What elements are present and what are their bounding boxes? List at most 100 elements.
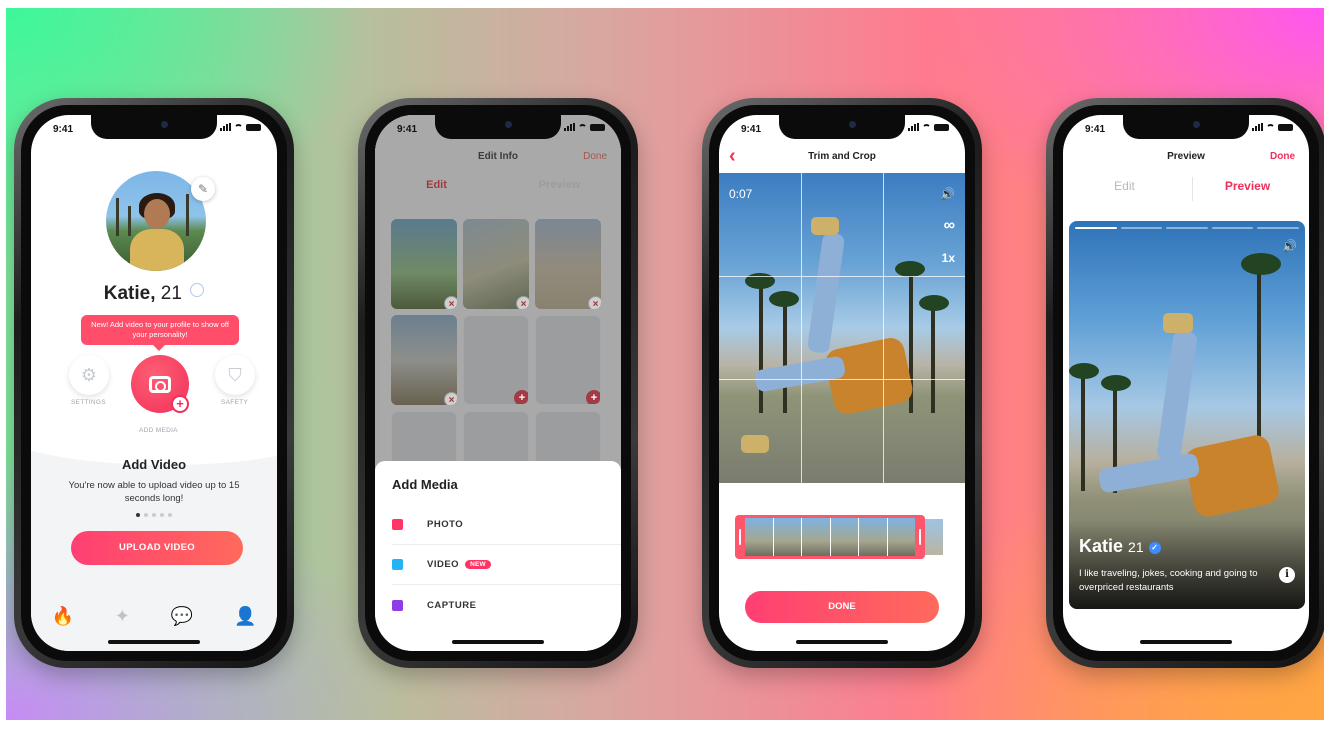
screen-title: Trim and Crop [808, 151, 876, 162]
card-age: 21 [1128, 539, 1144, 555]
profile-screen: 9:41 ✎ Katie, 21 New! Add video to your … [31, 115, 277, 651]
safety-button[interactable]: ⛉ [215, 355, 255, 395]
battery-icon [590, 123, 605, 131]
shield-icon: ⛉ [228, 364, 242, 385]
timeline-overflow [925, 519, 943, 555]
loop-icon[interactable]: ∞ [944, 217, 955, 235]
upload-video-button[interactable]: UPLOAD VIDEO [71, 531, 243, 565]
settings-button[interactable]: ⚙ [69, 355, 109, 395]
media-slot[interactable]: × [535, 219, 601, 309]
plus-icon: + [171, 395, 189, 413]
edit-info-screen: 9:41 Edit Info Done Edit Preview × × × ×… [375, 115, 621, 651]
profile-card[interactable]: 🔊 Katie 21 ✓ I like traveling, jokes, co… [1069, 221, 1305, 609]
status-time: 9:41 [1085, 124, 1106, 135]
remove-icon[interactable]: × [444, 392, 457, 405]
pagination-dots [31, 513, 277, 517]
trim-handle-left[interactable] [739, 529, 741, 545]
add-media-sheet: Add Media PHOTO VIDEO NEW CAPTURE [375, 461, 621, 651]
name-text: Katie, [103, 283, 156, 304]
wifi-icon [578, 123, 587, 131]
media-slot[interactable]: × [391, 219, 457, 309]
tab-edit[interactable]: Edit [375, 179, 498, 199]
verified-check-icon: ✓ [1148, 542, 1161, 554]
tab-preview[interactable]: Preview [498, 179, 621, 199]
profile-name: Katie, 21 [31, 283, 277, 305]
preview-screen: 9:41 Preview Done Edit Preview 🔊 Katie 2… [1063, 115, 1309, 651]
media-slot-empty[interactable]: + [535, 315, 601, 405]
battery-icon [246, 123, 261, 131]
add-icon[interactable]: + [514, 390, 528, 404]
notch [1123, 115, 1249, 139]
media-slot-empty[interactable]: + [463, 315, 529, 405]
notch [91, 115, 217, 139]
phone-edit-info: 9:41 Edit Info Done Edit Preview × × × ×… [358, 98, 638, 668]
verified-outline-icon [190, 283, 205, 297]
done-button[interactable]: Done [583, 151, 607, 162]
add-video-description: You're now able to upload video up to 15… [68, 480, 240, 505]
settings-label: SETTINGS [71, 399, 106, 406]
phone-trim-crop: 9:41 ‹ Trim and Crop 0:07 🔊 ∞ 1x DONE [702, 98, 982, 668]
home-indicator [452, 640, 544, 644]
sheet-title: Add Media [392, 477, 458, 492]
sparkle-icon[interactable]: ✦ [115, 606, 130, 627]
card-name: Katie 21 ✓ [1079, 536, 1161, 557]
flame-icon[interactable]: 🔥 [51, 606, 73, 627]
speaker-icon[interactable]: 🔊 [1282, 239, 1297, 253]
photo-label: PHOTO [427, 519, 464, 530]
tab-bar: 🔥 ✦ 💬 👤 [31, 601, 277, 631]
edit-pencil-icon[interactable]: ✎ [191, 177, 215, 201]
video-preview[interactable]: 0:07 🔊 ∞ 1x [719, 173, 965, 483]
card-bio: I like traveling, jokes, cooking and goi… [1079, 568, 1258, 594]
done-button[interactable]: DONE [745, 591, 939, 623]
video-option[interactable]: VIDEO NEW [392, 545, 621, 585]
trim-crop-screen: 9:41 ‹ Trim and Crop 0:07 🔊 ∞ 1x DONE [719, 115, 965, 651]
safety-label: SAFETY [221, 399, 249, 406]
media-slot[interactable]: × [391, 315, 457, 405]
edit-preview-tabs: Edit Preview [375, 179, 621, 199]
battery-icon [934, 123, 949, 131]
add-icon[interactable]: + [586, 390, 600, 404]
remove-icon[interactable]: × [588, 296, 601, 309]
video-icon [392, 559, 403, 570]
age-text: 21 [160, 283, 182, 304]
media-progress [1075, 227, 1299, 229]
notch [435, 115, 561, 139]
signal-icon [220, 123, 231, 131]
status-time: 9:41 [397, 124, 418, 135]
new-video-tooltip: New! Add video to your profile to show o… [81, 315, 239, 352]
battery-icon [1278, 123, 1293, 131]
speed-toggle[interactable]: 1x [942, 251, 955, 265]
camera-icon [149, 375, 171, 393]
add-video-title: Add Video [121, 457, 187, 472]
signal-icon [908, 123, 919, 131]
remove-icon[interactable]: × [444, 296, 457, 309]
notch [779, 115, 905, 139]
edit-preview-tabs: Edit Preview [1063, 179, 1309, 199]
wifi-icon [922, 123, 931, 131]
photo-option[interactable]: PHOTO [392, 505, 621, 545]
signal-icon [564, 123, 575, 131]
home-indicator [108, 640, 200, 644]
done-button[interactable]: Done [1270, 151, 1295, 162]
video-timestamp: 0:07 [729, 187, 753, 201]
info-icon[interactable]: i [1279, 567, 1295, 583]
capture-option[interactable]: CAPTURE [392, 585, 621, 625]
home-indicator [796, 640, 888, 644]
wifi-icon [234, 123, 243, 131]
tab-preview[interactable]: Preview [1186, 179, 1309, 199]
trim-handle-right[interactable] [919, 529, 921, 545]
home-indicator [1140, 640, 1232, 644]
phone-profile: 9:41 ✎ Katie, 21 New! Add video to your … [14, 98, 294, 668]
profile-icon[interactable]: 👤 [234, 606, 256, 627]
new-badge: NEW [465, 560, 491, 569]
tab-edit[interactable]: Edit [1063, 179, 1186, 199]
trim-timeline[interactable] [735, 515, 925, 559]
remove-icon[interactable]: × [516, 296, 529, 309]
chat-icon[interactable]: 💬 [171, 606, 193, 627]
gear-icon: ⚙ [80, 364, 98, 385]
wifi-icon [1266, 123, 1275, 131]
speaker-icon[interactable]: 🔊 [940, 187, 955, 201]
capture-label: CAPTURE [427, 599, 477, 611]
promo-background: 9:41 ✎ Katie, 21 New! Add video to your … [6, 8, 1324, 720]
media-slot[interactable]: × [463, 219, 529, 309]
